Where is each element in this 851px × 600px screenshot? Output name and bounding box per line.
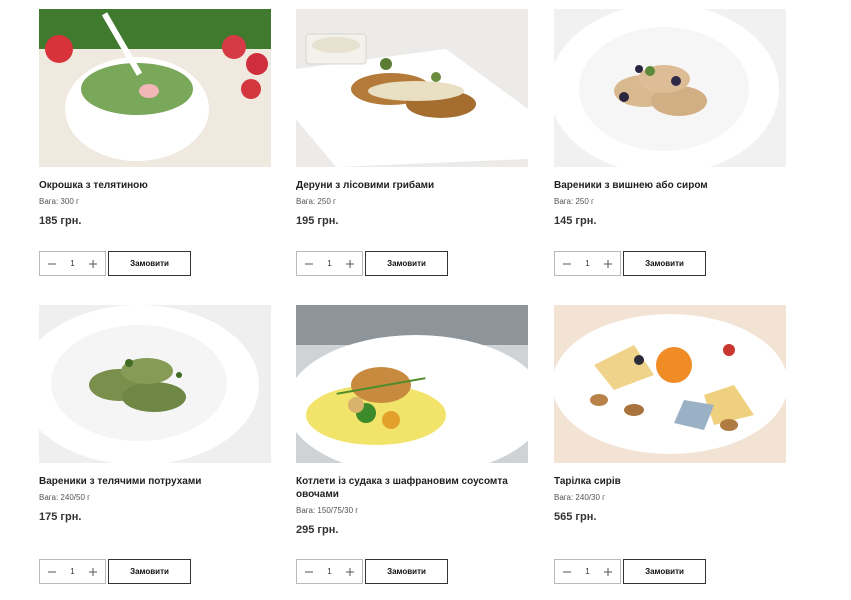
- quantity-value[interactable]: 1: [70, 259, 74, 268]
- product-card: Тарілка сирів Вага: 240/30 г 565 грн. 1 …: [554, 305, 786, 584]
- quantity-stepper: 1: [296, 559, 363, 584]
- product-card: Вареники з телячими потрухами Вага: 240/…: [39, 305, 271, 584]
- plus-icon[interactable]: [87, 566, 99, 578]
- order-controls: 1 Замовити: [39, 559, 191, 584]
- product-photo[interactable]: [554, 305, 786, 463]
- order-controls: 1 Замовити: [296, 251, 448, 276]
- product-price: 565 грн.: [554, 511, 597, 523]
- product-name[interactable]: Тарілка сирів: [554, 475, 786, 488]
- minus-icon[interactable]: [303, 258, 315, 270]
- order-controls: 1 Замовити: [296, 559, 448, 584]
- product-card: Вареники з вишнею або сиром Вага: 250 г …: [554, 9, 786, 276]
- product-photo[interactable]: [296, 305, 528, 463]
- quantity-stepper: 1: [296, 251, 363, 276]
- product-weight: Вага: 240/50 г: [39, 493, 91, 502]
- order-controls: 1 Замовити: [554, 251, 706, 276]
- plus-icon[interactable]: [344, 258, 356, 270]
- quantity-value[interactable]: 1: [327, 567, 331, 576]
- order-button[interactable]: Замовити: [623, 251, 706, 276]
- product-price: 195 грн.: [296, 215, 339, 227]
- order-controls: 1 Замовити: [39, 251, 191, 276]
- product-photo[interactable]: [554, 9, 786, 167]
- product-card: Окрошка з телятиною Вага: 300 г 185 грн.…: [39, 9, 271, 276]
- minus-icon[interactable]: [561, 566, 573, 578]
- quantity-stepper: 1: [554, 251, 621, 276]
- quantity-value[interactable]: 1: [585, 259, 589, 268]
- plus-icon[interactable]: [602, 566, 614, 578]
- product-photo[interactable]: [296, 9, 528, 167]
- product-price: 175 грн.: [39, 511, 82, 523]
- order-button[interactable]: Замовити: [623, 559, 706, 584]
- order-button[interactable]: Замовити: [365, 559, 448, 584]
- product-price: 295 грн.: [296, 524, 339, 536]
- product-name[interactable]: Деруни з лісовими грибами: [296, 179, 528, 192]
- minus-icon[interactable]: [561, 258, 573, 270]
- product-price: 185 грн.: [39, 215, 82, 227]
- product-name[interactable]: Вареники з телячими потрухами: [39, 475, 271, 488]
- minus-icon[interactable]: [46, 566, 58, 578]
- minus-icon[interactable]: [303, 566, 315, 578]
- product-photo[interactable]: [39, 305, 271, 463]
- product-name[interactable]: Окрошка з телятиною: [39, 179, 271, 192]
- product-name[interactable]: Котлети із судака з шафрановим соусомта …: [296, 475, 528, 501]
- order-button[interactable]: Замовити: [108, 251, 191, 276]
- product-weight: Вага: 300 г: [39, 197, 79, 206]
- quantity-stepper: 1: [39, 251, 106, 276]
- product-weight: Вага: 250 г: [554, 197, 594, 206]
- plus-icon[interactable]: [344, 566, 356, 578]
- order-controls: 1 Замовити: [554, 559, 706, 584]
- product-weight: Вага: 250 г: [296, 197, 336, 206]
- product-card: Деруни з лісовими грибами Вага: 250 г 19…: [296, 9, 528, 276]
- minus-icon[interactable]: [46, 258, 58, 270]
- quantity-stepper: 1: [39, 559, 106, 584]
- order-button[interactable]: Замовити: [108, 559, 191, 584]
- plus-icon[interactable]: [602, 258, 614, 270]
- product-weight: Вага: 240/30 г: [554, 493, 606, 502]
- product-weight: Вага: 150/75/30 г: [296, 506, 359, 515]
- plus-icon[interactable]: [87, 258, 99, 270]
- order-button[interactable]: Замовити: [365, 251, 448, 276]
- product-photo[interactable]: [39, 9, 271, 167]
- quantity-value[interactable]: 1: [70, 567, 74, 576]
- product-price: 145 грн.: [554, 215, 597, 227]
- quantity-value[interactable]: 1: [585, 567, 589, 576]
- product-card: Котлети із судака з шафрановим соусомта …: [296, 305, 528, 584]
- quantity-stepper: 1: [554, 559, 621, 584]
- product-name[interactable]: Вареники з вишнею або сиром: [554, 179, 786, 192]
- quantity-value[interactable]: 1: [327, 259, 331, 268]
